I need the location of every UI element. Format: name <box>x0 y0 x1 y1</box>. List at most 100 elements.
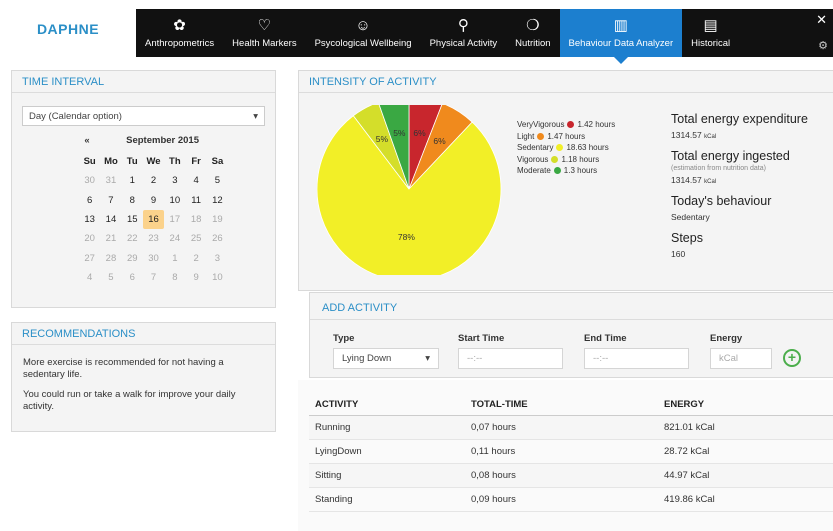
nav-item-physical-activity[interactable]: ⚲ Physical Activity <box>421 9 507 57</box>
calendar-day[interactable]: 30 <box>79 171 100 190</box>
calendar-day[interactable]: 6 <box>122 268 143 287</box>
calendar-day[interactable]: 3 <box>164 171 185 190</box>
calendar-day[interactable]: 23 <box>143 229 164 248</box>
calendar-day[interactable]: 8 <box>122 191 143 210</box>
calendar-day[interactable]: 1 <box>164 248 185 267</box>
chart-icon: ▥ <box>613 16 628 34</box>
pie-slice-label: 78% <box>398 232 415 242</box>
calendar-day[interactable]: 22 <box>122 229 143 248</box>
calendar-day[interactable]: 12 <box>207 191 228 210</box>
pie-chart: 6% 6% 78% 5% 5% <box>316 96 502 282</box>
nav-item-behaviour-data-analyzer[interactable]: ▥ Behaviour Data Analyzer <box>559 9 683 64</box>
energy-ingested-title: Total energy ingested <box>671 149 790 163</box>
legend-series-name: Sedentary <box>517 143 554 152</box>
calendar-day[interactable]: 27 <box>79 248 100 267</box>
legend-series-name: Light <box>517 131 535 141</box>
nav-item-health-markers[interactable]: ♡ Health Markers <box>223 9 305 57</box>
calendar-day[interactable]: 19 <box>207 210 228 229</box>
table-row: Sitting 0,08 hours 44.97 kCal <box>309 464 833 488</box>
calendar-day[interactable]: 17 <box>164 210 185 229</box>
energy-expenditure-unit: kCal <box>704 134 717 140</box>
pie-slice-label: 5% <box>376 134 389 144</box>
calendar-day[interactable]: 26 <box>207 229 228 248</box>
calendar-day[interactable]: 5 <box>100 268 121 287</box>
intensity-panel: INTENSITY OF ACTIVITY 6% 6% 78% 5% 5% VeryVi… <box>298 70 833 291</box>
calendar-day[interactable]: 13 <box>79 210 100 229</box>
heart-icon: ♡ <box>257 16 272 34</box>
calendar-day[interactable]: 8 <box>164 268 185 287</box>
steps-title: Steps <box>671 231 703 245</box>
calendar-day[interactable]: 10 <box>207 268 228 287</box>
recommendations-text: More exercise is recommended for not hav… <box>12 345 275 413</box>
gear-icon[interactable]: ⚙ <box>818 39 828 52</box>
cell-activity: LyingDown <box>315 446 362 457</box>
calendar-day[interactable]: 7 <box>100 191 121 210</box>
nav-right: ✕ ⚙ <box>805 9 833 57</box>
calendar-day[interactable]: 10 <box>164 191 185 210</box>
start-time-input[interactable]: --:-- <box>458 348 563 369</box>
main-navbar: ✿ Anthropometrics ♡ Health Markers ☺ Psycolog… <box>136 9 833 64</box>
calendar-day[interactable]: 2 <box>143 171 164 190</box>
recommendations-panel: RECOMMENDATIONS More exercise is recomme… <box>11 322 276 432</box>
legend-value: 18.63 hours <box>566 143 609 152</box>
interval-select[interactable]: Day (Calendar option) ▾ <box>22 106 265 126</box>
calendar-day[interactable]: 7 <box>143 268 164 287</box>
nav-item-label: Psycological Wellbeing <box>314 37 412 49</box>
legend-value: 1.47 hours <box>547 131 586 141</box>
header-activity: ACTIVITY <box>315 399 359 410</box>
nav-item-historical[interactable]: ▤ Historical <box>682 9 739 57</box>
end-time-input[interactable]: --:-- <box>584 348 689 369</box>
weekday-label: Tu <box>126 156 138 168</box>
calendar-day[interactable]: 3 <box>207 248 228 267</box>
cell-activity: Running <box>315 422 351 433</box>
calendar-day[interactable]: 29 <box>122 248 143 267</box>
calendar-day[interactable]: 11 <box>185 191 206 210</box>
calendar-day[interactable]: 30 <box>143 248 164 267</box>
add-activity-button[interactable]: + <box>783 349 801 367</box>
calendar-day[interactable]: 9 <box>143 191 164 210</box>
apple-icon: ❍ <box>526 16 540 34</box>
prev-month-button[interactable]: « <box>79 135 95 146</box>
close-icon[interactable]: ✕ <box>816 12 827 28</box>
calendar-day[interactable]: 4 <box>79 268 100 287</box>
calendar-day[interactable]: 4 <box>185 171 206 190</box>
add-activity-panel: ADD ACTIVITY Type Lying Down ▾ Start Tim… <box>309 292 833 378</box>
legend-item: Moderate 1.3 hours <box>517 165 615 177</box>
calendar-day[interactable]: 18 <box>185 210 206 229</box>
legend-value: 1.3 hours <box>563 166 598 175</box>
logo: DAPHNE <box>36 20 100 37</box>
calendar-day[interactable]: 14 <box>100 210 121 229</box>
type-select-value: Lying Down <box>342 353 392 364</box>
steps-value: 160 <box>671 249 686 259</box>
legend-swatch <box>551 155 559 163</box>
calendar-day[interactable]: 6 <box>79 191 100 210</box>
calendar-day[interactable]: 9 <box>185 268 206 287</box>
energy-expenditure-number: 1314.57 <box>671 130 702 140</box>
calendar-day[interactable]: 21 <box>100 229 121 248</box>
calendar-day[interactable]: 28 <box>100 248 121 267</box>
energy-expenditure-title: Total energy expenditure <box>671 112 808 126</box>
nav-item-anthropometrics[interactable]: ✿ Anthropometrics <box>136 9 223 57</box>
calendar-day[interactable]: 24 <box>164 229 185 248</box>
pie-slice-label: 6% <box>433 136 446 146</box>
calendar-day[interactable]: 31 <box>100 171 121 190</box>
calendar-day[interactable]: 25 <box>185 229 206 248</box>
calendar-day[interactable]: 1 <box>122 171 143 190</box>
nav-item-label: Nutrition <box>515 37 551 49</box>
calendar-day[interactable]: 20 <box>79 229 100 248</box>
energy-input[interactable]: kCal <box>710 348 772 369</box>
legend-series-name: Vigorous <box>517 154 549 164</box>
calendar-day[interactable]: 2 <box>185 248 206 267</box>
type-select[interactable]: Lying Down ▾ <box>333 348 439 369</box>
weekday-label: Fr <box>191 156 201 168</box>
calendar-day[interactable]: 5 <box>207 171 228 190</box>
calendar-day[interactable]: 15 <box>122 210 143 229</box>
energy-summary: Total energy expenditure 1314.57 kCal To… <box>671 111 831 267</box>
pie-legend: VeryVigorous 1.42 hours Light 1.47 hours Sed… <box>517 119 615 177</box>
nav-item-nutrition[interactable]: ❍ Nutrition <box>506 9 559 57</box>
legend-swatch <box>537 132 545 140</box>
nav-item-psycological-wellbeing[interactable]: ☺ Psycological Wellbeing <box>306 9 421 57</box>
calendar-day-selected[interactable]: 16 <box>142 209 165 230</box>
legend-swatch <box>553 167 561 175</box>
table-body: Running 0,07 hours 821.01 kCal LyingDown 0,1… <box>309 416 833 512</box>
